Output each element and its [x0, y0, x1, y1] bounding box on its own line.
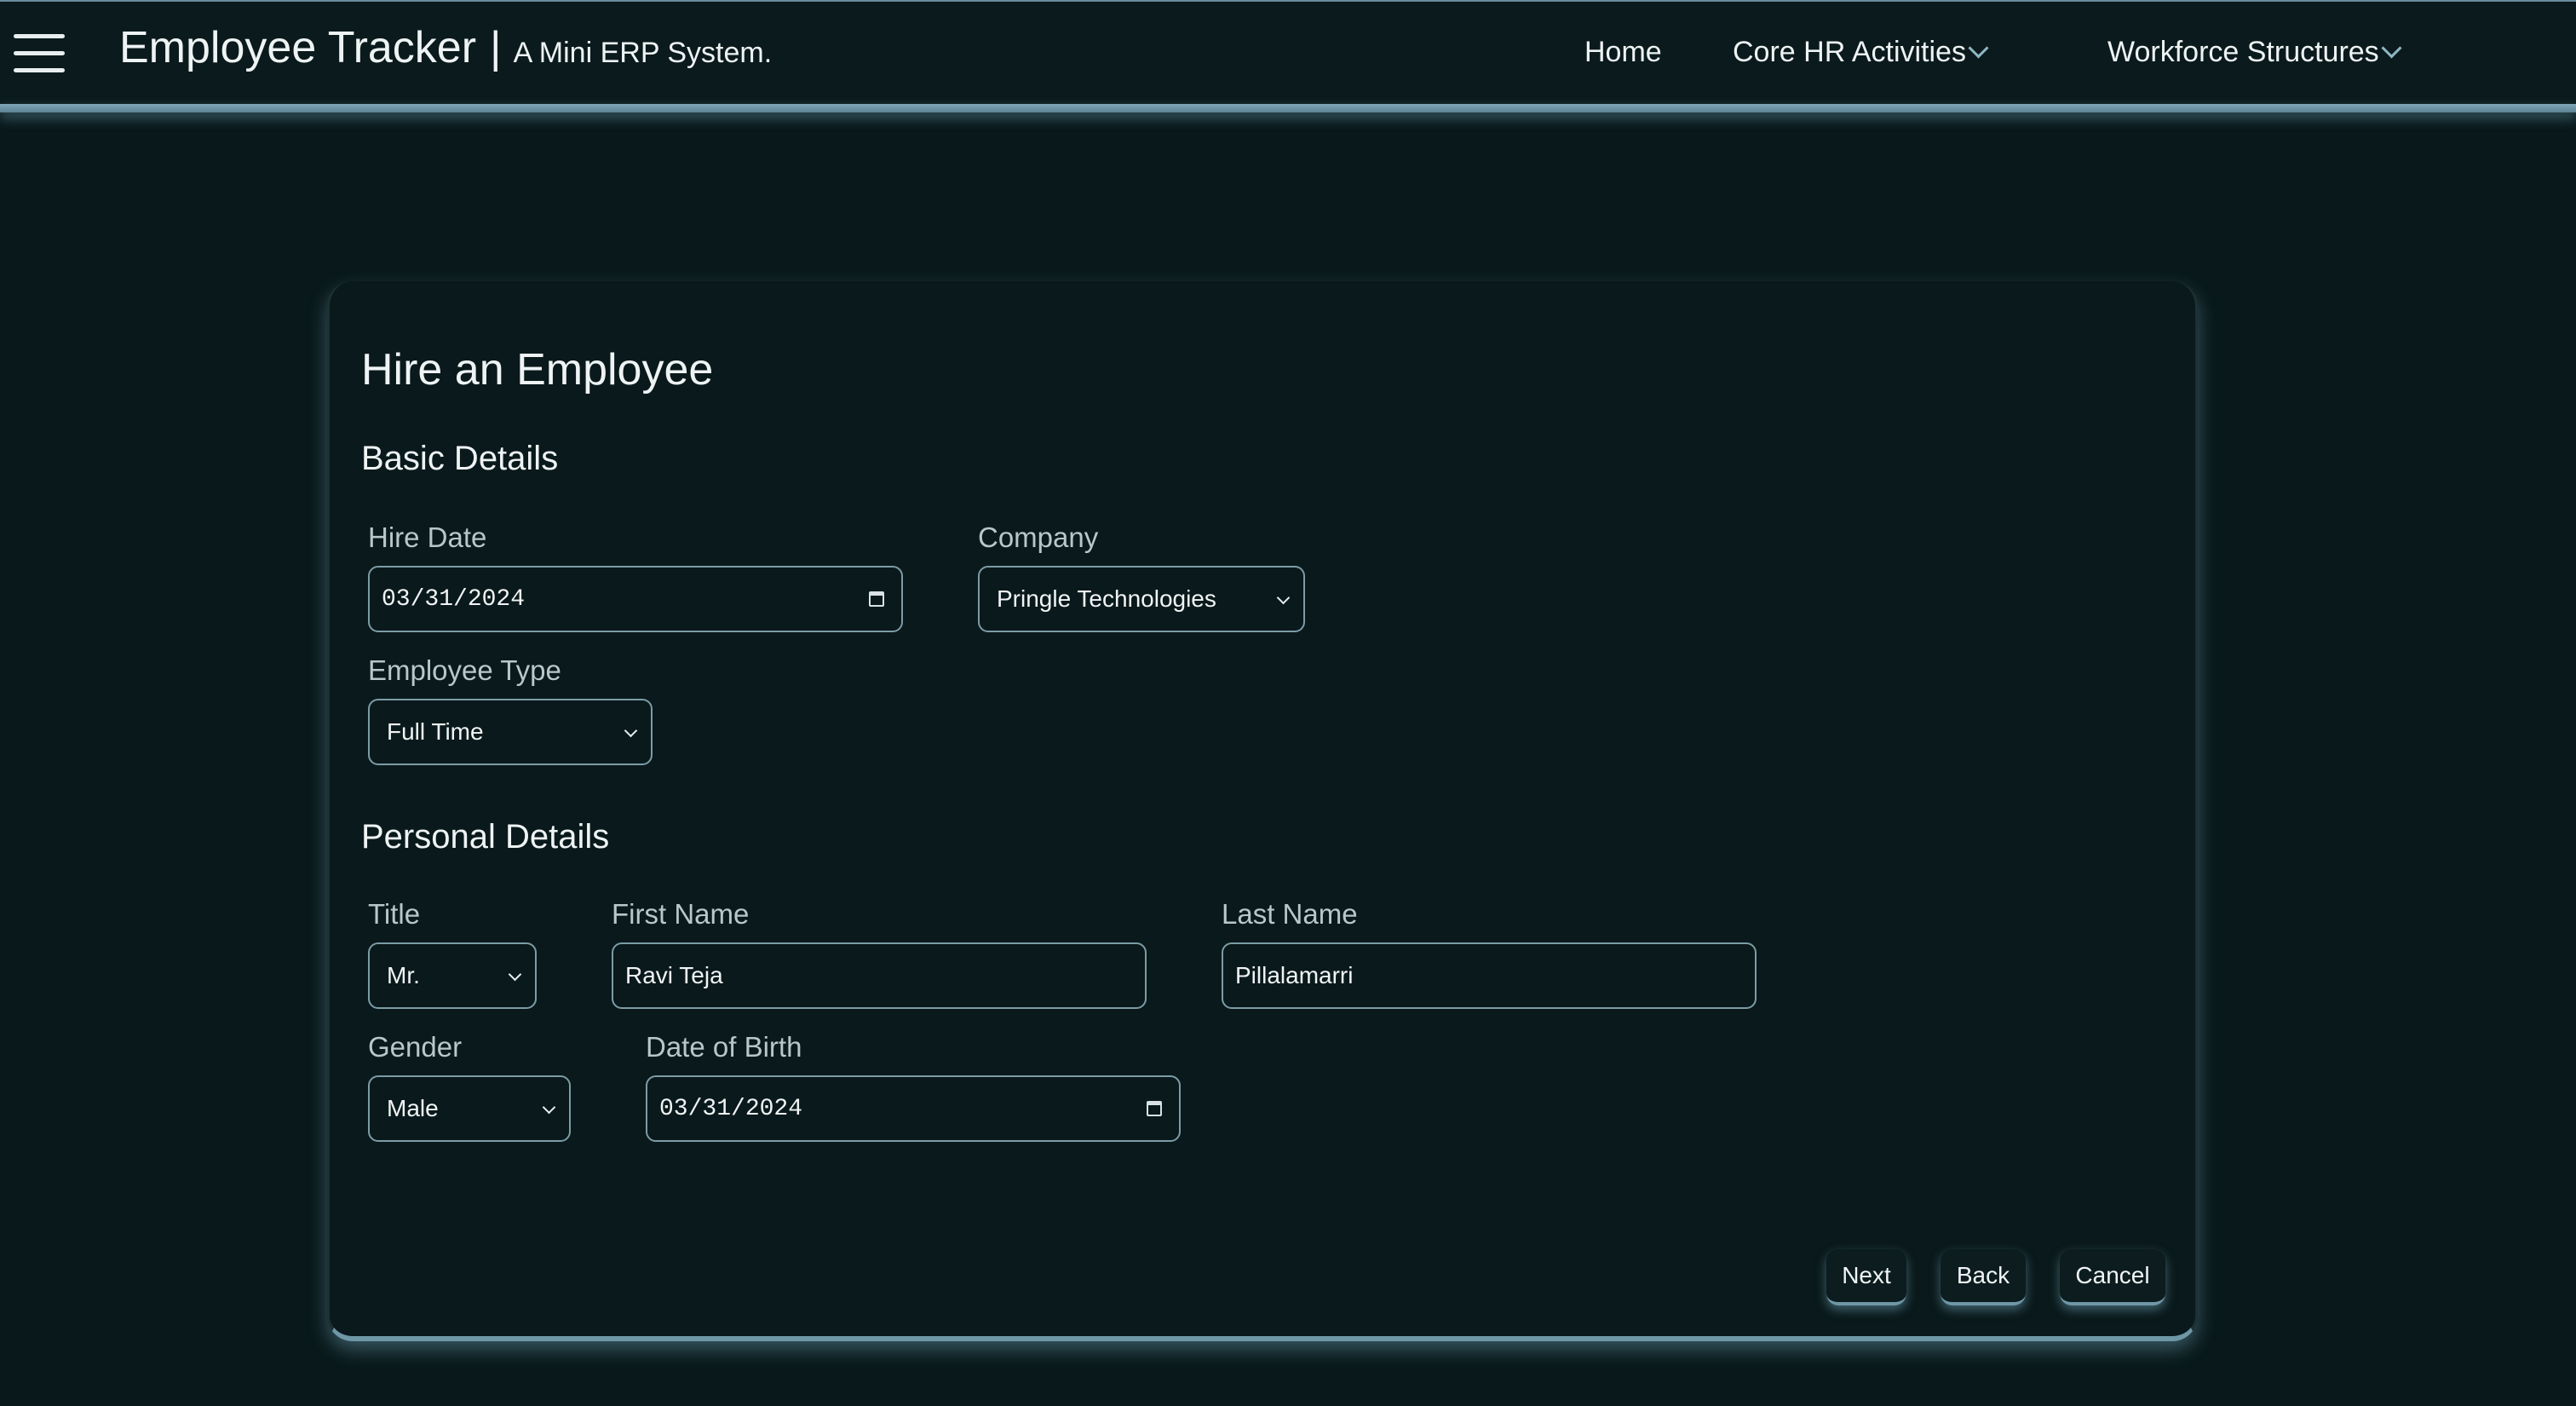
personal-details-heading: Personal Details: [361, 818, 610, 856]
nav-home-link[interactable]: Home: [1584, 36, 1662, 69]
dob-label: Date of Birth: [646, 1031, 802, 1063]
dob-input[interactable]: 03/31/2024: [646, 1075, 1181, 1142]
cancel-button[interactable]: Cancel: [2060, 1249, 2165, 1305]
app-subtitle: A Mini ERP System.: [513, 37, 773, 69]
chevron-down-icon: [508, 967, 522, 982]
nav-core-hr-label: Core HR Activities: [1733, 36, 1966, 68]
last-name-value: Pillalamarri: [1235, 962, 1354, 988]
last-name-label: Last Name: [1222, 898, 1358, 930]
calendar-icon[interactable]: [869, 591, 884, 607]
title-label: Title: [368, 898, 421, 930]
navbar-underline: [0, 104, 2576, 112]
employee-type-label: Employee Type: [368, 654, 561, 686]
nav-workforce-label: Workforce Structures: [2107, 36, 2379, 68]
first-name-input[interactable]: Ravi Teja: [612, 942, 1147, 1009]
first-name-value: Ravi Teja: [625, 962, 723, 988]
employee-type-value: Full Time: [387, 718, 484, 745]
nav-core-hr-dropdown[interactable]: Core HR Activities: [1733, 36, 1989, 69]
hire-date-value: 03/31/2024: [382, 585, 526, 613]
company-label: Company: [978, 521, 1099, 553]
hire-date-input[interactable]: 03/31/2024: [368, 566, 903, 632]
nav-workforce-dropdown[interactable]: Workforce Structures: [2107, 36, 2402, 69]
brand-separator: |: [490, 23, 502, 72]
title-select[interactable]: Mr.: [368, 942, 537, 1009]
brand: Employee Tracker | A Mini ERP System.: [119, 22, 772, 73]
employee-type-select[interactable]: Full Time: [368, 699, 653, 765]
hamburger-menu-icon[interactable]: [14, 34, 65, 73]
gender-select[interactable]: Male: [368, 1075, 571, 1142]
chevron-down-icon: [2381, 37, 2402, 59]
company-select[interactable]: Pringle Technologies: [978, 566, 1305, 632]
company-value: Pringle Technologies: [997, 585, 1216, 612]
hire-date-label: Hire Date: [368, 521, 487, 553]
chevron-down-icon: [1276, 591, 1291, 605]
nav-home-label: Home: [1584, 36, 1662, 68]
dob-value: 03/31/2024: [659, 1095, 803, 1122]
top-navbar: Employee Tracker | A Mini ERP System. Ho…: [0, 0, 2576, 104]
title-value: Mr.: [387, 962, 420, 988]
chevron-down-icon: [624, 723, 638, 738]
page-title: Hire an Employee: [361, 345, 714, 395]
first-name-label: First Name: [612, 898, 750, 930]
next-button[interactable]: Next: [1826, 1249, 1906, 1305]
basic-details-heading: Basic Details: [361, 440, 559, 477]
chevron-down-icon: [1968, 37, 1989, 59]
gender-label: Gender: [368, 1031, 463, 1063]
last-name-input[interactable]: Pillalamarri: [1222, 942, 1757, 1009]
gender-value: Male: [387, 1095, 439, 1121]
chevron-down-icon: [542, 1100, 556, 1115]
calendar-icon[interactable]: [1147, 1101, 1162, 1116]
hire-form-card: [327, 281, 2198, 1341]
back-button[interactable]: Back: [1941, 1249, 2026, 1305]
app-title: Employee Tracker: [119, 23, 477, 72]
